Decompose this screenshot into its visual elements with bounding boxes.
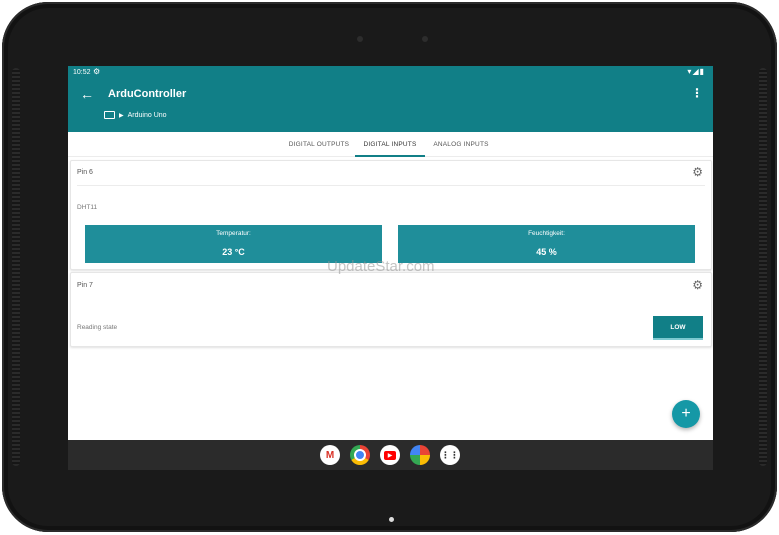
watermark: UpdateStar.com xyxy=(327,258,435,275)
humidity-value: 45 % xyxy=(536,247,557,257)
taskbar: M ▶ ⋮⋮ xyxy=(68,440,713,470)
more-options-icon[interactable]: ⋮ xyxy=(691,86,703,100)
settings-status-icon: ⚙ xyxy=(93,67,101,76)
temperature-value: 23 °C xyxy=(222,247,245,257)
youtube-icon[interactable]: ▶ xyxy=(380,445,400,465)
app-drawer-icon[interactable]: ⋮⋮ xyxy=(440,445,460,465)
chrome-icon[interactable] xyxy=(350,445,370,465)
reading-state-label: Reading state xyxy=(77,324,118,331)
humidity-label: Feuchtigkeit: xyxy=(528,230,565,237)
humidity-tile: Feuchtigkeit: 45 % xyxy=(398,225,695,263)
pin-title: Pin 7 xyxy=(77,282,93,289)
app-bar: ← ArduController ⋮ ▶ Arduino Uno xyxy=(68,80,713,132)
tab-digital-outputs[interactable]: DIGITAL OUTPUTS xyxy=(288,132,350,156)
pin-title: Pin 6 xyxy=(77,169,93,176)
board-selector[interactable]: ▶ Arduino Uno xyxy=(104,111,167,119)
indicator-led xyxy=(389,517,394,522)
status-bar: 10:52 ⚙ ▾◢▮ xyxy=(68,66,713,80)
back-arrow-icon[interactable]: ← xyxy=(80,86,94,102)
screen: 10:52 ⚙ ▾◢▮ ← ArduController ⋮ ▶ Arduino… xyxy=(68,66,713,470)
right-speaker-grille xyxy=(759,68,767,466)
gmail-icon[interactable]: M xyxy=(320,445,340,465)
temperature-label: Temperatur: xyxy=(216,230,251,237)
pin-card: Pin 6 ⚙ DHT11 Temperatur: 23 °C Feuchtig… xyxy=(70,160,712,270)
board-monitor-icon xyxy=(104,111,115,119)
light-sensor xyxy=(422,36,428,42)
chevron-right-icon: ▶ xyxy=(119,112,124,119)
status-time: 10:52 xyxy=(73,69,91,76)
tab-analog-inputs[interactable]: ANALOG INPUTS xyxy=(432,132,490,156)
gear-icon[interactable]: ⚙ xyxy=(692,165,703,179)
app-title: ArduController xyxy=(108,88,187,100)
tab-digital-inputs[interactable]: DIGITAL INPUTS xyxy=(355,132,425,157)
state-low-button[interactable]: LOW xyxy=(653,316,703,340)
status-icons: ▾◢▮ xyxy=(687,67,705,76)
photos-icon[interactable] xyxy=(410,445,430,465)
pin-card: Pin 7 ⚙ Reading state LOW xyxy=(70,272,712,347)
divider xyxy=(77,185,705,186)
gear-icon[interactable]: ⚙ xyxy=(692,278,703,292)
left-speaker-grille xyxy=(12,68,20,466)
sensor-type: DHT11 xyxy=(77,204,98,211)
front-camera xyxy=(357,36,363,42)
add-button[interactable]: + xyxy=(672,400,700,428)
tab-bar: DIGITAL OUTPUTS DIGITAL INPUTS ANALOG IN… xyxy=(68,132,713,157)
board-name: Arduino Uno xyxy=(127,111,167,119)
